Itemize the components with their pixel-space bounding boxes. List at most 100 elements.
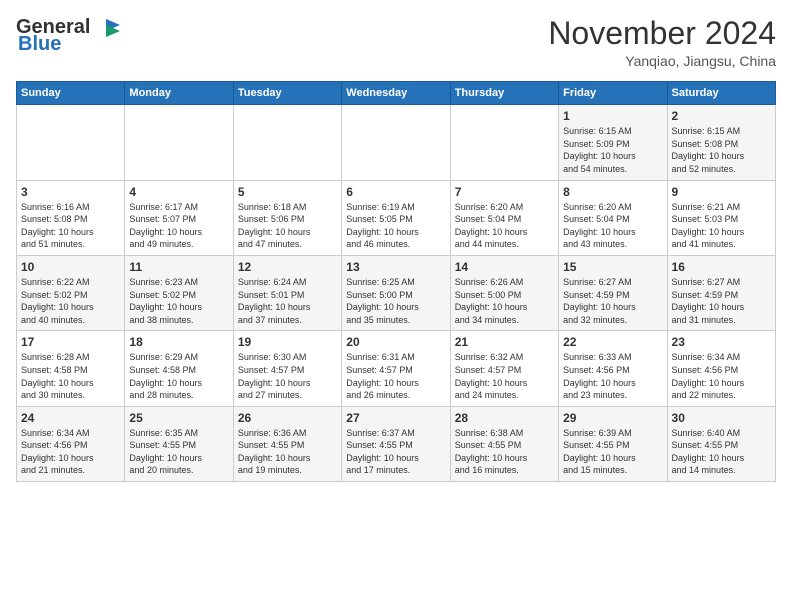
- day-number: 21: [455, 335, 554, 349]
- day-number: 10: [21, 260, 120, 274]
- calendar-cell: 2 Sunrise: 6:15 AM Sunset: 5:08 PM Daylig…: [667, 105, 775, 180]
- day-info: Sunrise: 6:18 AM Sunset: 5:06 PM Dayligh…: [238, 201, 337, 251]
- calendar-week-row: 1 Sunrise: 6:15 AM Sunset: 5:09 PM Daylig…: [17, 105, 776, 180]
- calendar-day-header: Saturday: [667, 82, 775, 105]
- day-number: 7: [455, 185, 554, 199]
- day-info: Sunrise: 6:17 AM Sunset: 5:07 PM Dayligh…: [129, 201, 228, 251]
- day-info: Sunrise: 6:38 AM Sunset: 4:55 PM Dayligh…: [455, 427, 554, 477]
- calendar-cell: 26 Sunrise: 6:36 AM Sunset: 4:55 PM Dayli…: [233, 406, 341, 481]
- calendar-cell: [342, 105, 450, 180]
- calendar-cell: 20 Sunrise: 6:31 AM Sunset: 4:57 PM Dayli…: [342, 331, 450, 406]
- day-info: Sunrise: 6:28 AM Sunset: 4:58 PM Dayligh…: [21, 351, 120, 401]
- day-info: Sunrise: 6:23 AM Sunset: 5:02 PM Dayligh…: [129, 276, 228, 326]
- day-info: Sunrise: 6:27 AM Sunset: 4:59 PM Dayligh…: [672, 276, 771, 326]
- day-number: 8: [563, 185, 662, 199]
- calendar-cell: [450, 105, 558, 180]
- day-info: Sunrise: 6:20 AM Sunset: 5:04 PM Dayligh…: [455, 201, 554, 251]
- calendar-week-row: 10 Sunrise: 6:22 AM Sunset: 5:02 PM Dayli…: [17, 255, 776, 330]
- calendar-cell: 4 Sunrise: 6:17 AM Sunset: 5:07 PM Daylig…: [125, 180, 233, 255]
- calendar-week-row: 17 Sunrise: 6:28 AM Sunset: 4:58 PM Dayli…: [17, 331, 776, 406]
- calendar-cell: 7 Sunrise: 6:20 AM Sunset: 5:04 PM Daylig…: [450, 180, 558, 255]
- day-info: Sunrise: 6:35 AM Sunset: 4:55 PM Dayligh…: [129, 427, 228, 477]
- calendar-cell: 28 Sunrise: 6:38 AM Sunset: 4:55 PM Dayli…: [450, 406, 558, 481]
- day-info: Sunrise: 6:34 AM Sunset: 4:56 PM Dayligh…: [672, 351, 771, 401]
- page-header: General Blue November 2024 Yanqiao, Jian…: [16, 16, 776, 69]
- day-info: Sunrise: 6:27 AM Sunset: 4:59 PM Dayligh…: [563, 276, 662, 326]
- calendar-cell: 15 Sunrise: 6:27 AM Sunset: 4:59 PM Dayli…: [559, 255, 667, 330]
- calendar-cell: [17, 105, 125, 180]
- day-number: 16: [672, 260, 771, 274]
- calendar-day-header: Monday: [125, 82, 233, 105]
- day-info: Sunrise: 6:30 AM Sunset: 4:57 PM Dayligh…: [238, 351, 337, 401]
- day-number: 29: [563, 411, 662, 425]
- calendar-day-header: Wednesday: [342, 82, 450, 105]
- day-info: Sunrise: 6:31 AM Sunset: 4:57 PM Dayligh…: [346, 351, 445, 401]
- day-number: 1: [563, 109, 662, 123]
- day-info: Sunrise: 6:34 AM Sunset: 4:56 PM Dayligh…: [21, 427, 120, 477]
- day-number: 23: [672, 335, 771, 349]
- calendar-cell: 5 Sunrise: 6:18 AM Sunset: 5:06 PM Daylig…: [233, 180, 341, 255]
- calendar-cell: 11 Sunrise: 6:23 AM Sunset: 5:02 PM Dayli…: [125, 255, 233, 330]
- day-info: Sunrise: 6:15 AM Sunset: 5:09 PM Dayligh…: [563, 125, 662, 175]
- calendar-header-row: SundayMondayTuesdayWednesdayThursdayFrid…: [17, 82, 776, 105]
- day-info: Sunrise: 6:24 AM Sunset: 5:01 PM Dayligh…: [238, 276, 337, 326]
- day-number: 13: [346, 260, 445, 274]
- calendar-cell: 16 Sunrise: 6:27 AM Sunset: 4:59 PM Dayli…: [667, 255, 775, 330]
- day-info: Sunrise: 6:21 AM Sunset: 5:03 PM Dayligh…: [672, 201, 771, 251]
- day-number: 20: [346, 335, 445, 349]
- day-number: 26: [238, 411, 337, 425]
- day-info: Sunrise: 6:26 AM Sunset: 5:00 PM Dayligh…: [455, 276, 554, 326]
- day-number: 19: [238, 335, 337, 349]
- day-number: 11: [129, 260, 228, 274]
- day-info: Sunrise: 6:29 AM Sunset: 4:58 PM Dayligh…: [129, 351, 228, 401]
- calendar-day-header: Thursday: [450, 82, 558, 105]
- day-info: Sunrise: 6:33 AM Sunset: 4:56 PM Dayligh…: [563, 351, 662, 401]
- calendar-cell: 3Sunrise: 6:16 AM Sunset: 5:08 PM Daylig…: [17, 180, 125, 255]
- day-info: Sunrise: 6:22 AM Sunset: 5:02 PM Dayligh…: [21, 276, 120, 326]
- day-number: 24: [21, 411, 120, 425]
- calendar-cell: 23 Sunrise: 6:34 AM Sunset: 4:56 PM Dayli…: [667, 331, 775, 406]
- day-number: 6: [346, 185, 445, 199]
- day-info: Sunrise: 6:19 AM Sunset: 5:05 PM Dayligh…: [346, 201, 445, 251]
- day-number: 27: [346, 411, 445, 425]
- day-number: 2: [672, 109, 771, 123]
- day-info: Sunrise: 6:20 AM Sunset: 5:04 PM Dayligh…: [563, 201, 662, 251]
- calendar-week-row: 3Sunrise: 6:16 AM Sunset: 5:08 PM Daylig…: [17, 180, 776, 255]
- day-info: Sunrise: 6:15 AM Sunset: 5:08 PM Dayligh…: [672, 125, 771, 175]
- calendar-cell: 6 Sunrise: 6:19 AM Sunset: 5:05 PM Daylig…: [342, 180, 450, 255]
- calendar-cell: 9 Sunrise: 6:21 AM Sunset: 5:03 PM Daylig…: [667, 180, 775, 255]
- calendar-cell: 12Sunrise: 6:24 AM Sunset: 5:01 PM Dayli…: [233, 255, 341, 330]
- day-number: 30: [672, 411, 771, 425]
- day-info: Sunrise: 6:39 AM Sunset: 4:55 PM Dayligh…: [563, 427, 662, 477]
- calendar-cell: 14Sunrise: 6:26 AM Sunset: 5:00 PM Dayli…: [450, 255, 558, 330]
- logo: General Blue: [16, 16, 120, 56]
- calendar-cell: [125, 105, 233, 180]
- month-title: November 2024: [548, 16, 776, 51]
- day-number: 15: [563, 260, 662, 274]
- title-block: November 2024 Yanqiao, Jiangsu, China: [548, 16, 776, 69]
- logo-icon: [92, 17, 120, 39]
- calendar-cell: 22Sunrise: 6:33 AM Sunset: 4:56 PM Dayli…: [559, 331, 667, 406]
- day-info: Sunrise: 6:32 AM Sunset: 4:57 PM Dayligh…: [455, 351, 554, 401]
- calendar-cell: 29 Sunrise: 6:39 AM Sunset: 4:55 PM Dayli…: [559, 406, 667, 481]
- day-number: 28: [455, 411, 554, 425]
- day-info: Sunrise: 6:40 AM Sunset: 4:55 PM Dayligh…: [672, 427, 771, 477]
- calendar-cell: 27 Sunrise: 6:37 AM Sunset: 4:55 PM Dayli…: [342, 406, 450, 481]
- calendar-cell: 10 Sunrise: 6:22 AM Sunset: 5:02 PM Dayli…: [17, 255, 125, 330]
- day-number: 18: [129, 335, 228, 349]
- calendar-day-header: Tuesday: [233, 82, 341, 105]
- day-number: 4: [129, 185, 228, 199]
- day-number: 17: [21, 335, 120, 349]
- calendar-day-header: Friday: [559, 82, 667, 105]
- calendar-cell: 8 Sunrise: 6:20 AM Sunset: 5:04 PM Daylig…: [559, 180, 667, 255]
- calendar-cell: 25Sunrise: 6:35 AM Sunset: 4:55 PM Dayli…: [125, 406, 233, 481]
- calendar-cell: 24 Sunrise: 6:34 AM Sunset: 4:56 PM Dayli…: [17, 406, 125, 481]
- day-info: Sunrise: 6:36 AM Sunset: 4:55 PM Dayligh…: [238, 427, 337, 477]
- calendar-table: SundayMondayTuesdayWednesdayThursdayFrid…: [16, 81, 776, 482]
- day-info: Sunrise: 6:37 AM Sunset: 4:55 PM Dayligh…: [346, 427, 445, 477]
- calendar-week-row: 24 Sunrise: 6:34 AM Sunset: 4:56 PM Dayli…: [17, 406, 776, 481]
- day-number: 5: [238, 185, 337, 199]
- day-number: 9: [672, 185, 771, 199]
- day-info: Sunrise: 6:25 AM Sunset: 5:00 PM Dayligh…: [346, 276, 445, 326]
- calendar-cell: 1 Sunrise: 6:15 AM Sunset: 5:09 PM Daylig…: [559, 105, 667, 180]
